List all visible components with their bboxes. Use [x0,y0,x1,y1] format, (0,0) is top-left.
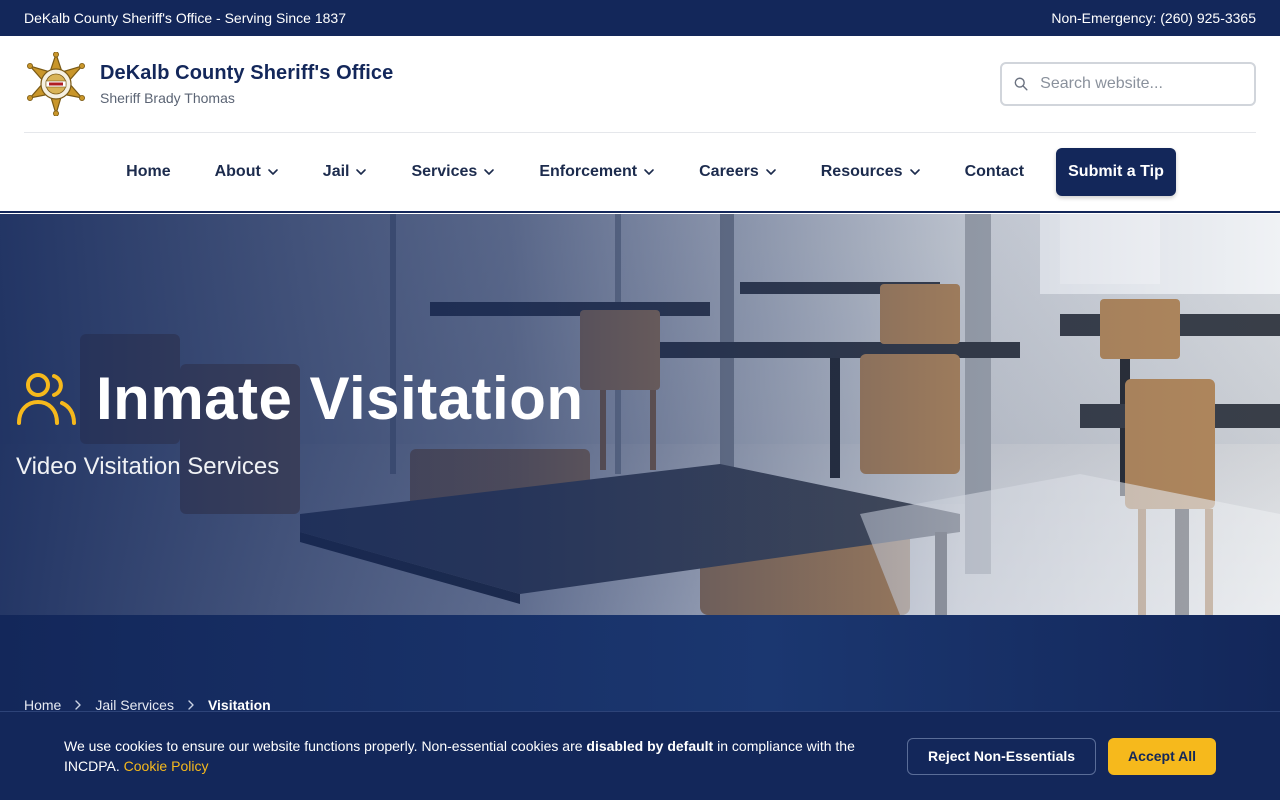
cookie-message: We use cookies to ensure our website fun… [64,736,894,776]
top-bar-tagline: DeKalb County Sheriff's Office - Serving… [24,10,346,26]
nav-home-label: Home [126,163,171,180]
page-title: Inmate Visitation [96,365,584,432]
nav-jail-label: Jail [322,163,350,180]
chevron-right-icon [188,700,194,710]
nav-services-label: Services [411,163,478,180]
nav-enforcement[interactable]: Enforcement [517,148,677,196]
nav-about-label: About [214,163,261,180]
non-emergency-phone[interactable]: Non-Emergency: (260) 925-3365 [1051,10,1256,26]
nav-careers[interactable]: Careers [677,148,799,196]
cookie-text-part1: We use cookies to ensure our website fun… [64,738,587,754]
chevron-down-icon [644,169,654,175]
chevron-down-icon [356,169,367,175]
chevron-right-icon [75,700,82,710]
nav-contact[interactable]: Contact [943,148,1047,196]
cookie-actions: Reject Non-Essentials Accept All [906,737,1216,775]
nav-services[interactable]: Services [389,148,517,196]
page-subtitle: Video Visitation Services [16,453,280,480]
chevron-down-icon [909,169,920,175]
nav-home[interactable]: Home [104,148,192,196]
hero-banner: Inmate Visitation Video Visitation Servi… [0,214,1280,615]
chevron-down-icon [484,169,495,175]
main-nav: Home About Jail Services Enforcement Car… [0,133,1280,213]
search-input[interactable] [1040,75,1242,93]
hero-content: Inmate Visitation Video Visitation Servi… [16,364,584,481]
submit-tip-button[interactable]: Submit a Tip [1056,148,1176,196]
search-box [1000,62,1256,106]
accept-cookies-button[interactable]: Accept All [1108,737,1216,775]
cookie-banner: We use cookies to ensure our website fun… [0,711,1280,800]
chevron-down-icon [765,169,776,175]
reject-cookies-button[interactable]: Reject Non-Essentials [906,737,1097,775]
nav-enforcement-label: Enforcement [539,163,638,180]
site-title: DeKalb County Sheriff's Office [100,62,394,84]
users-icon [17,372,76,425]
sheriff-name: Sheriff Brady Thomas [100,90,235,106]
chevron-down-icon [267,169,278,175]
search-icon [1014,77,1028,91]
nav-resources[interactable]: Resources [799,148,943,196]
cookie-text-bold: disabled by default [586,738,714,754]
brand-home-link[interactable]: DeKalb County Sheriff's Office Sheriff B… [24,52,393,116]
top-bar: DeKalb County Sheriff's Office - Serving… [0,0,1280,36]
nav-about[interactable]: About [193,148,301,196]
nav-careers-label: Careers [699,163,759,180]
cookie-policy-link[interactable]: Cookie Policy [124,758,209,774]
nav-resources-label: Resources [820,163,903,180]
nav-contact-label: Contact [964,163,1025,180]
site-header: DeKalb County Sheriff's Office Sheriff B… [0,36,1280,132]
nav-jail[interactable]: Jail [301,148,390,196]
sheriff-star-badge-icon [27,52,86,116]
